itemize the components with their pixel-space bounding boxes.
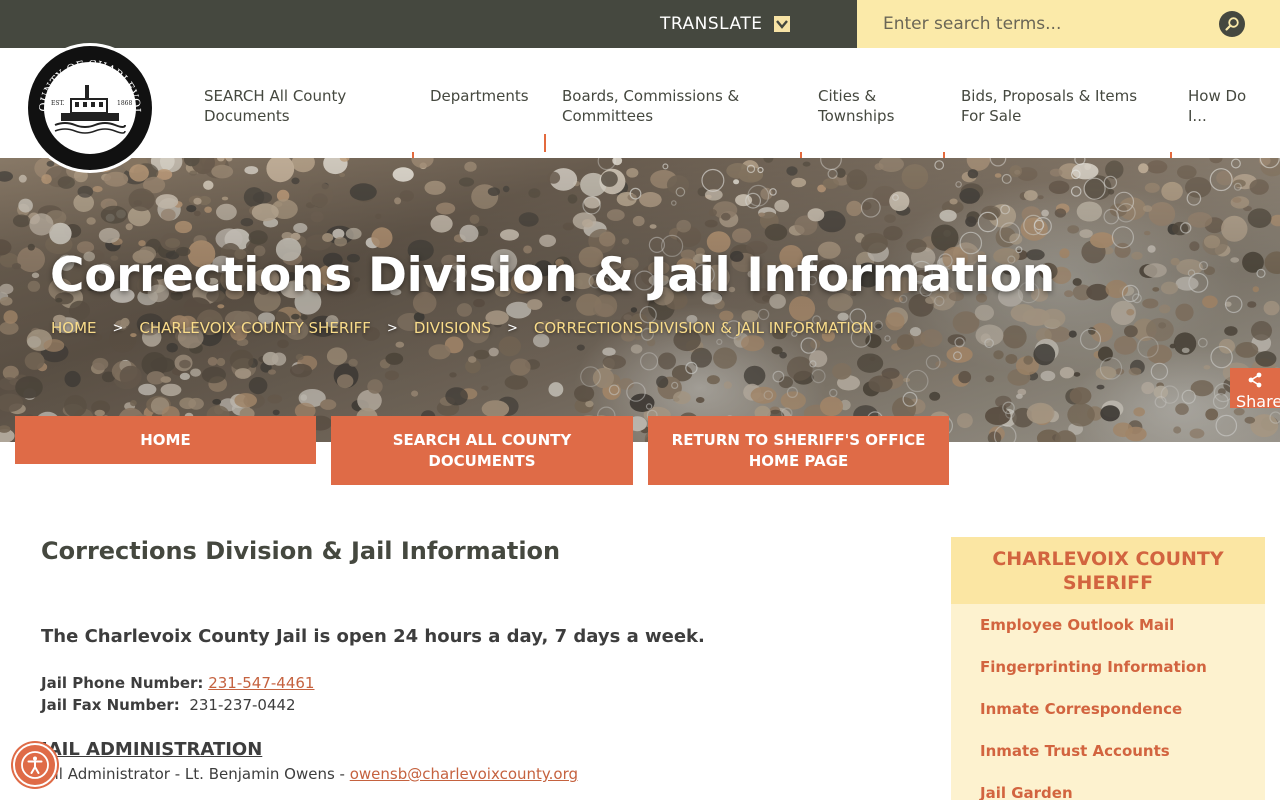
sidebar-link-fingerprinting[interactable]: Fingerprinting Information <box>980 658 1207 676</box>
svg-text:1868: 1868 <box>117 100 132 107</box>
translate-button[interactable]: TRANSLATE <box>660 0 791 48</box>
nav-bids-proposals[interactable]: Bids, Proposals & Items For Sale <box>961 86 1137 126</box>
accessibility-button[interactable] <box>13 743 57 787</box>
breadcrumb-divisions[interactable]: DIVISIONS <box>414 319 491 337</box>
return-to-sheriff-button[interactable]: RETURN TO SHERIFF'S OFFICE HOME PAGE <box>648 416 949 485</box>
nav-divider <box>544 134 546 152</box>
page-title: Corrections Division & Jail Information <box>41 537 561 565</box>
sidebar-title[interactable]: CHARLEVOIX COUNTY SHERIFF <box>951 537 1265 604</box>
jail-phone-link[interactable]: 231-547-4461 <box>208 674 314 692</box>
share-button[interactable]: Share <box>1230 368 1280 408</box>
sidebar-link-inmate-correspondence[interactable]: Inmate Correspondence <box>980 700 1182 718</box>
jail-fax-value: 231-237-0442 <box>189 696 296 714</box>
hero-banner: Corrections Division & Jail Information … <box>0 158 1280 442</box>
breadcrumb-sheriff[interactable]: CHARLEVOIX COUNTY SHERIFF <box>139 319 371 337</box>
administrator-email-link[interactable]: owensb@charlevoixcounty.org <box>350 765 578 783</box>
sidebar-link-employee-mail[interactable]: Employee Outlook Mail <box>980 616 1174 634</box>
nav-cities-townships[interactable]: Cities & Townships <box>818 86 894 126</box>
sidebar-link-inmate-trust[interactable]: Inmate Trust Accounts <box>980 742 1170 760</box>
breadcrumb-current: CORRECTIONS DIVISION & JAIL INFORMATION <box>533 319 874 337</box>
nav-boards-commissions[interactable]: Boards, Commissions & Committees <box>562 86 739 126</box>
search-button[interactable] <box>1219 11 1245 37</box>
nav-how-do-i[interactable]: How Do I... <box>1188 86 1280 126</box>
svg-text:EST.: EST. <box>51 100 65 107</box>
translate-label: TRANSLATE <box>660 14 763 34</box>
jail-fax-line: Jail Fax Number: 231-237-0442 <box>41 696 296 714</box>
nav-departments[interactable]: Departments <box>430 86 529 106</box>
home-button[interactable]: HOME <box>15 416 316 464</box>
jail-administrator-line: Jail Administrator - Lt. Benjamin Owens … <box>41 765 579 783</box>
search-box <box>857 0 1280 48</box>
county-logo[interactable]: COUNTY OF CHARLEVOIX Ironton Ferry 1883 … <box>25 43 155 173</box>
chevron-down-icon <box>774 16 791 32</box>
hero-title: Corrections Division & Jail Information <box>50 248 1055 303</box>
breadcrumb-home[interactable]: HOME <box>51 319 97 337</box>
jail-phone-line: Jail Phone Number: 231-547-4461 <box>41 674 315 692</box>
site-header: COUNTY OF CHARLEVOIX Ironton Ferry 1883 … <box>0 43 1280 173</box>
breadcrumb: HOME > CHARLEVOIX COUNTY SHERIFF > DIVIS… <box>51 319 874 337</box>
accessibility-icon <box>21 751 49 779</box>
sheriff-sidebar: CHARLEVOIX COUNTY SHERIFF Employee Outlo… <box>951 537 1265 800</box>
search-icon <box>1225 17 1239 31</box>
hours-statement: The Charlevoix County Jail is open 24 ho… <box>41 626 705 647</box>
sidebar-link-jail-garden[interactable]: Jail Garden <box>980 784 1073 800</box>
search-input[interactable] <box>883 10 1213 38</box>
nav-search-documents[interactable]: SEARCH All County Documents <box>204 86 346 126</box>
jail-administration-heading: JAIL ADMINISTRATION <box>41 739 263 760</box>
share-icon <box>1248 372 1262 388</box>
search-all-documents-button[interactable]: SEARCH ALL COUNTY DOCUMENTS <box>331 416 633 485</box>
top-utility-bar: TRANSLATE <box>0 0 1280 48</box>
